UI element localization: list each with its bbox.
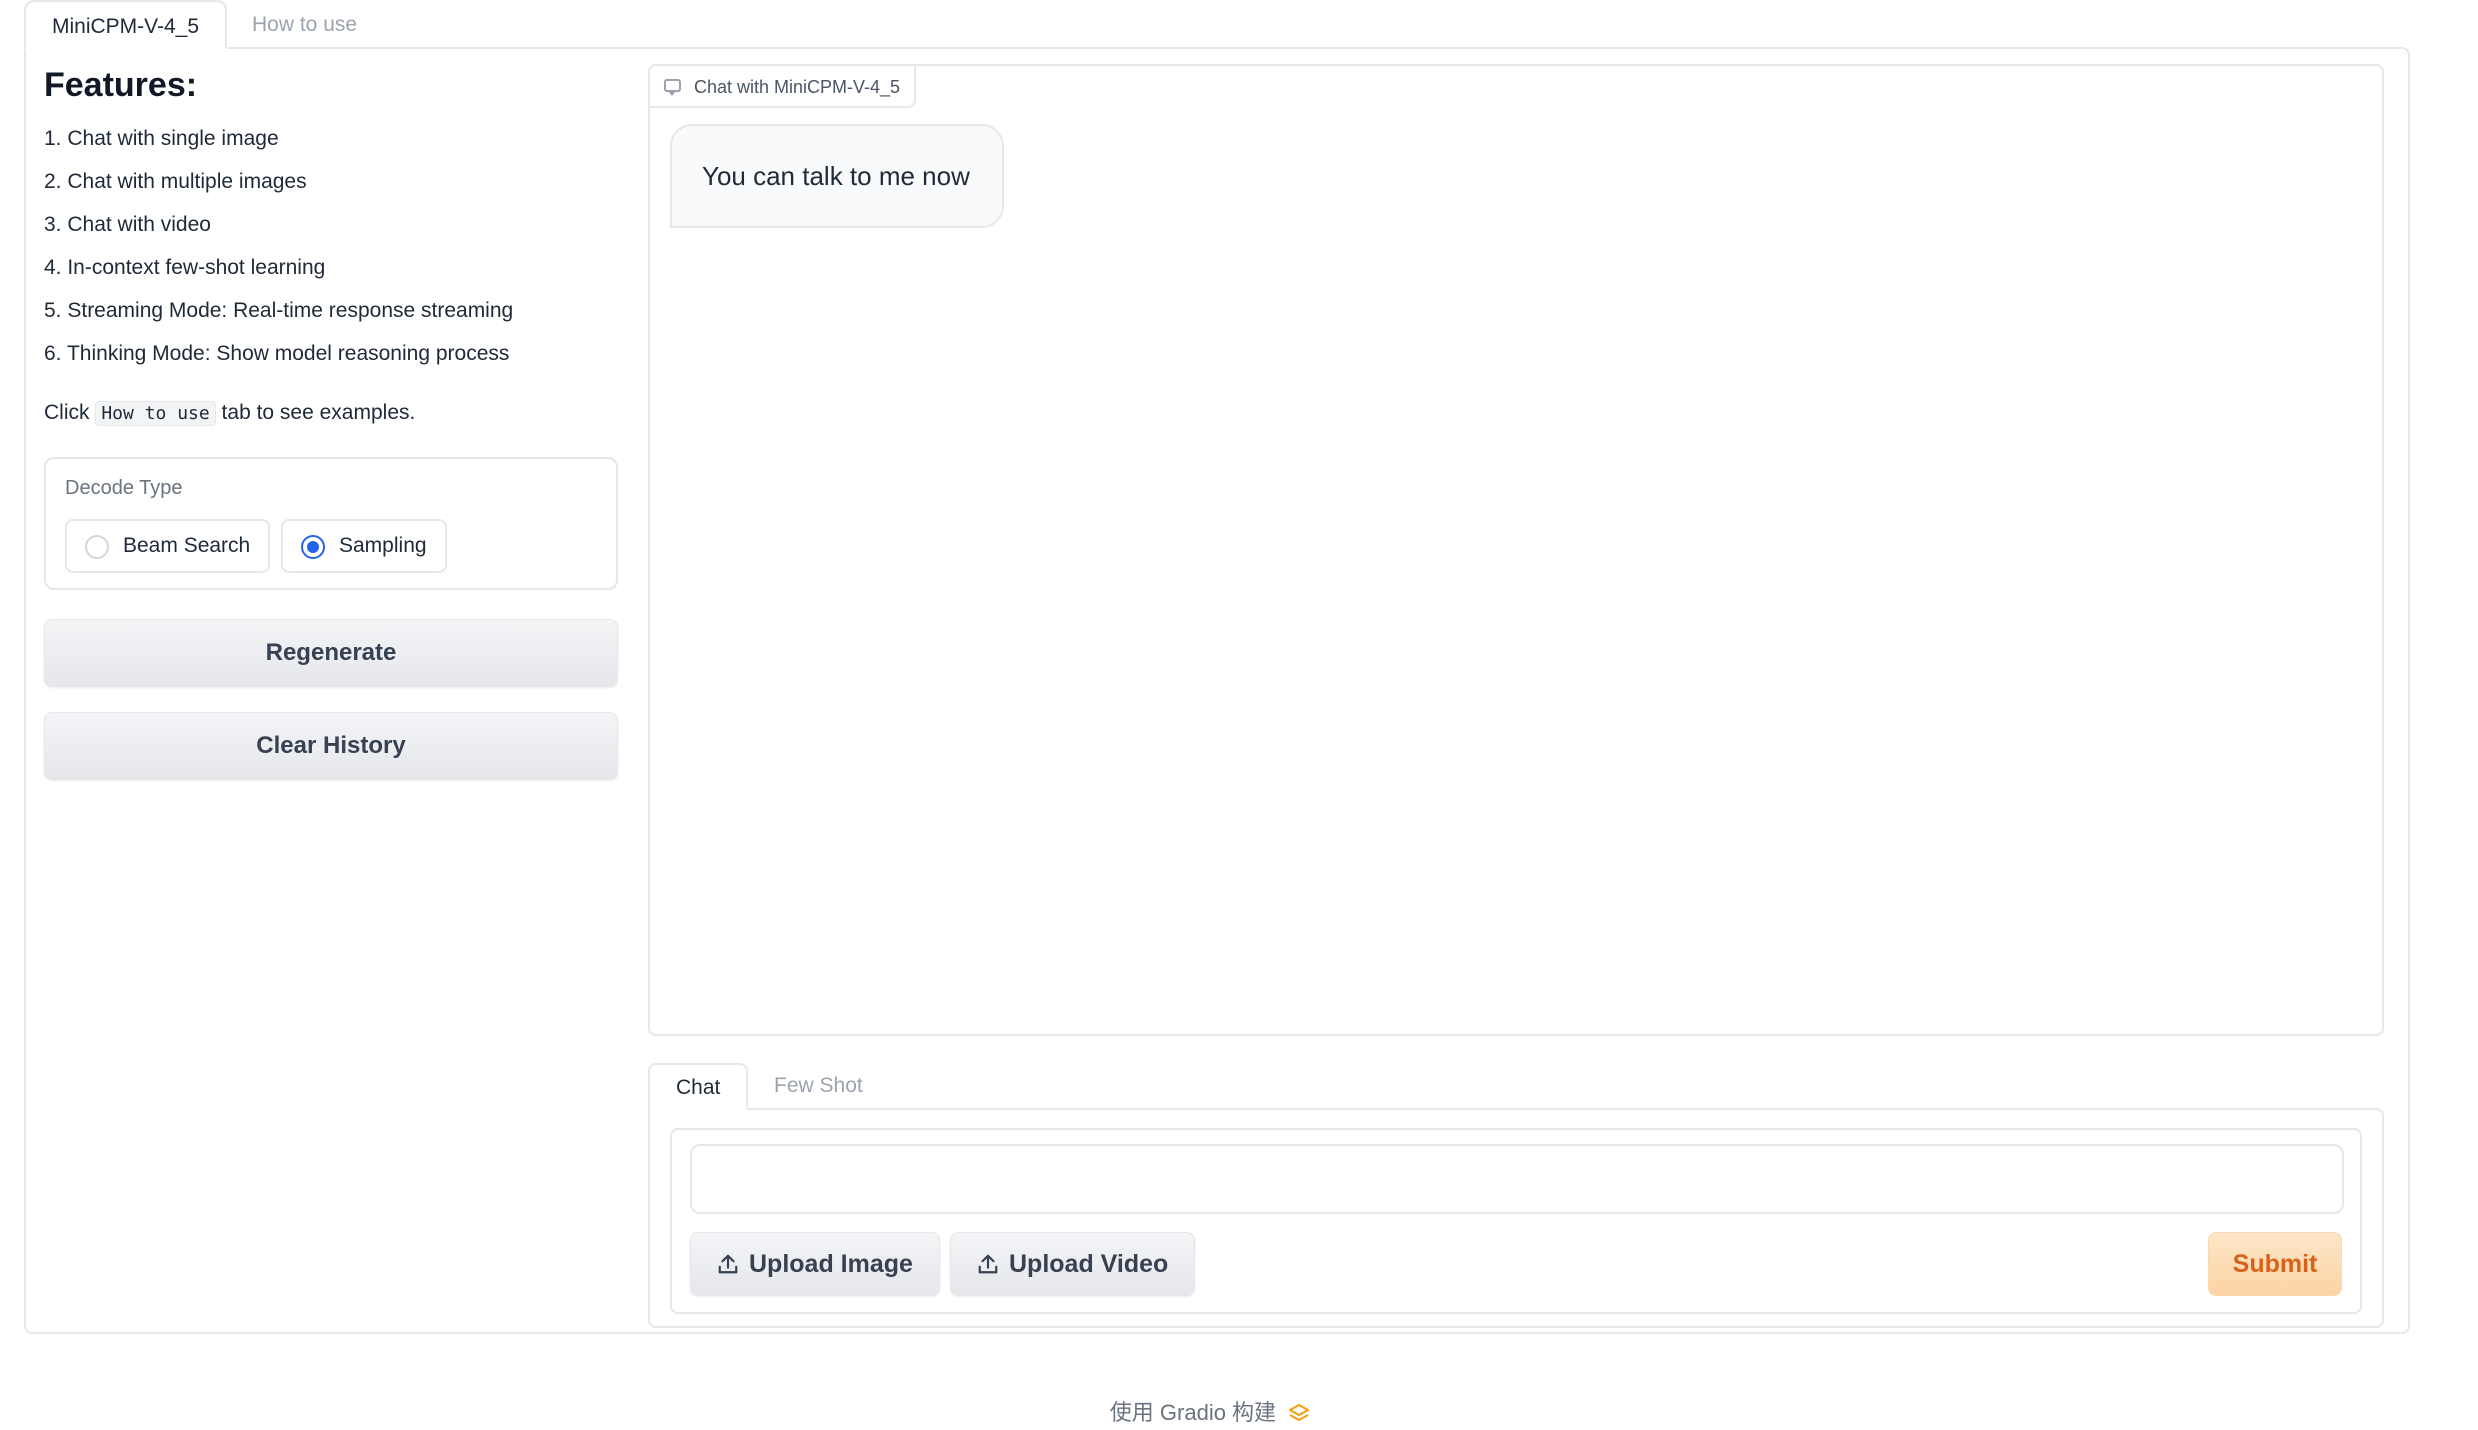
feature-item: 5. Streaming Mode: Real-time response st…	[44, 299, 514, 322]
radio-unchecked-icon	[85, 535, 109, 559]
clear-history-button[interactable]: Clear History	[44, 712, 618, 780]
decode-type-label: Decode Type	[65, 477, 183, 499]
chat-input-panel: Upload Image Upload Video Submit	[648, 1108, 2384, 1328]
radio-sampling[interactable]: Sampling	[281, 519, 447, 573]
decode-type-group: Decode Type Beam Search Sampling	[44, 457, 618, 590]
footer: 使用 Gradio 构建	[0, 1395, 2420, 1427]
message-input[interactable]	[690, 1144, 2344, 1214]
chat-bubble-icon	[664, 79, 681, 96]
assistant-message: You can talk to me now	[670, 124, 1004, 228]
upload-video-button[interactable]: Upload Video	[950, 1232, 1196, 1296]
feature-item: 3. Chat with video	[44, 213, 211, 236]
chatbot-label-text: Chat with MiniCPM-V-4_5	[694, 77, 901, 97]
radio-sampling-label: Sampling	[339, 534, 427, 557]
note-text-after: tab to see examples.	[215, 401, 416, 424]
regenerate-button[interactable]: Regenerate	[44, 619, 618, 687]
feature-list: 1. Chat with single image 2. Chat with m…	[44, 122, 513, 380]
tab-few-shot[interactable]: Few Shot	[748, 1063, 889, 1110]
radio-beam-search-label: Beam Search	[123, 534, 251, 557]
feature-item: 6. Thinking Mode: Show model reasoning p…	[44, 342, 510, 365]
gradio-logo-icon	[1289, 1404, 1310, 1421]
submit-button[interactable]: Submit	[2208, 1232, 2342, 1296]
feature-item: 4. In-context few-shot learning	[44, 256, 326, 279]
feature-item: 2. Chat with multiple images	[44, 170, 307, 193]
upload-image-label: Upload Image	[749, 1250, 913, 1278]
tab-minicpm[interactable]: MiniCPM-V-4_5	[24, 0, 228, 49]
upload-video-label: Upload Video	[1009, 1250, 1169, 1278]
features-title: Features:	[44, 66, 198, 104]
tab-how-to-use[interactable]: How to use	[226, 0, 383, 49]
footer-text[interactable]: 使用 Gradio 构建	[1110, 1400, 1276, 1425]
radio-beam-search[interactable]: Beam Search	[65, 519, 271, 573]
note-code: How to use	[95, 401, 216, 426]
tab-chat[interactable]: Chat	[648, 1063, 749, 1110]
top-tab-bar: MiniCPM-V-4_5 How to use	[24, 0, 2410, 49]
note-text-before: Click	[44, 401, 96, 424]
feature-item: 1. Chat with single image	[44, 127, 279, 150]
how-to-use-note: Click How to use tab to see examples.	[44, 398, 415, 429]
multimodal-input: Upload Image Upload Video Submit	[670, 1128, 2362, 1314]
chatbot-label: Chat with MiniCPM-V-4_5	[648, 64, 917, 108]
upload-icon	[978, 1254, 998, 1274]
upload-icon	[718, 1254, 738, 1274]
chatbot-panel[interactable]: Chat with MiniCPM-V-4_5 You can talk to …	[648, 64, 2384, 1036]
radio-checked-icon	[301, 535, 325, 559]
upload-image-button[interactable]: Upload Image	[690, 1232, 940, 1296]
